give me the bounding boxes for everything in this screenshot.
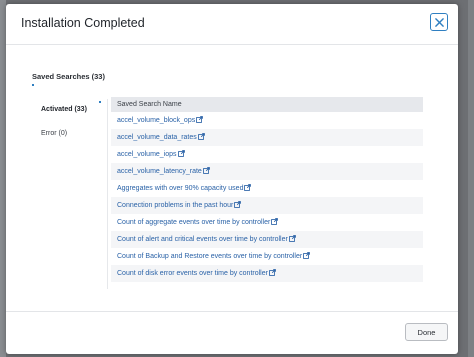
table-row: accel_volume_block_ops (111, 112, 423, 129)
saved-search-link[interactable]: Count of alert and critical events over … (117, 235, 296, 243)
table-row: Aggregates with over 90% capacity used (111, 180, 423, 197)
table-row: Count of disk error events over time by … (111, 265, 423, 282)
saved-search-link[interactable]: Count of aggregate events over time by c… (117, 218, 279, 226)
modal-footer: Done (6, 311, 458, 354)
external-link-icon (288, 235, 296, 242)
background-right (468, 0, 474, 357)
external-link-icon (202, 167, 210, 174)
saved-search-name: accel_volume_block_ops (117, 117, 196, 124)
table-row: accel_volume_data_rates (111, 129, 423, 146)
close-icon (434, 17, 444, 27)
close-button[interactable] (430, 13, 448, 31)
saved-search-link[interactable]: accel_volume_latency_rate (117, 167, 210, 175)
saved-search-name: accel_volume_iops (117, 151, 177, 158)
table-row: Count of alert and critical events over … (111, 231, 423, 248)
modal-header: Installation Completed (6, 4, 458, 45)
side-tab-active-indicator (99, 101, 101, 103)
external-link-icon (196, 116, 204, 123)
external-link-icon (303, 252, 311, 259)
saved-search-link[interactable]: Count of disk error events over time by … (117, 269, 276, 277)
saved-search-link[interactable]: accel_volume_iops (117, 150, 185, 158)
side-tab-list: Activated (33) Error (0) (41, 99, 108, 289)
saved-search-link[interactable]: accel_volume_block_ops (117, 116, 204, 124)
tab-active-indicator (32, 84, 34, 86)
table-header-saved-search-name: Saved Search Name (111, 97, 423, 112)
table-row: accel_volume_iops (111, 146, 423, 163)
table-row: Count of aggregate events over time by c… (111, 214, 423, 231)
saved-search-link[interactable]: Connection problems in the past hour (117, 201, 242, 209)
saved-search-name: Count of Backup and Restore events over … (117, 253, 303, 260)
saved-search-name: Connection problems in the past hour (117, 202, 234, 209)
saved-search-link[interactable]: Count of Backup and Restore events over … (117, 252, 311, 260)
tab-saved-searches[interactable]: Saved Searches (33) (32, 72, 105, 81)
table-row: accel_volume_latency_rate (111, 163, 423, 180)
installation-modal: Installation Completed Saved Searches (3… (6, 4, 458, 354)
modal-title: Installation Completed (21, 16, 145, 30)
table-row: Connection problems in the past hour (111, 197, 423, 214)
saved-search-link[interactable]: Aggregates with over 90% capacity used (117, 184, 252, 192)
table-row: Count of Backup and Restore events over … (111, 248, 423, 265)
external-link-icon (244, 184, 252, 191)
saved-searches-table: Saved Search Name accel_volume_block_ops… (111, 97, 423, 282)
side-tab-error[interactable]: Error (0) (41, 130, 67, 137)
saved-search-name: Count of aggregate events over time by c… (117, 219, 271, 226)
saved-search-link[interactable]: accel_volume_data_rates (117, 133, 205, 141)
external-link-icon (197, 133, 205, 140)
external-link-icon (177, 150, 185, 157)
saved-search-name: Aggregates with over 90% capacity used (117, 185, 244, 192)
saved-search-name: Count of alert and critical events over … (117, 236, 288, 243)
side-tab-activated[interactable]: Activated (33) (41, 106, 87, 113)
external-link-icon (234, 201, 242, 208)
done-button[interactable]: Done (405, 323, 448, 341)
external-link-icon (271, 218, 279, 225)
saved-search-name: accel_volume_latency_rate (117, 168, 202, 175)
saved-search-name: accel_volume_data_rates (117, 134, 197, 141)
saved-search-name: Count of disk error events over time by … (117, 270, 268, 277)
external-link-icon (269, 269, 276, 276)
